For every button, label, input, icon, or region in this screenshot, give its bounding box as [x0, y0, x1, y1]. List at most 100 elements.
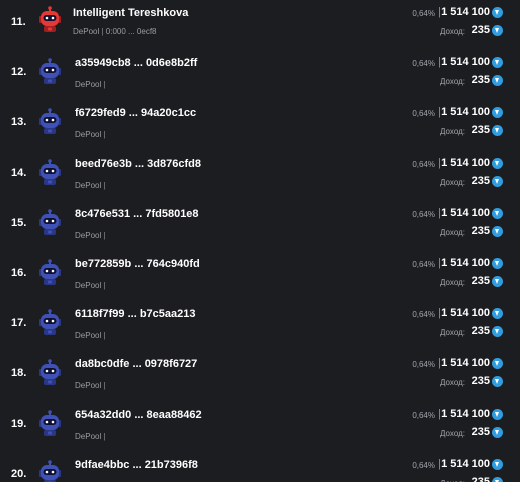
ton-coin-icon — [492, 176, 503, 187]
ton-coin-icon — [492, 226, 503, 237]
robot-blue-icon — [36, 209, 64, 237]
validator-row[interactable]: 15. 8c476e531 ... 7fd5801e8 DePool | 0,6… — [0, 201, 520, 251]
rank-number: 20. — [11, 468, 27, 480]
validator-subtitle: DePool | — [75, 281, 106, 290]
ton-coin-icon — [492, 75, 503, 86]
robot-blue-icon — [36, 159, 64, 187]
pool-type: DePool — [75, 80, 102, 89]
income-label: Доход: — [440, 278, 465, 287]
validator-name[interactable]: beed76e3b ... 3d876cfd8 — [75, 158, 201, 170]
ton-coin-icon — [492, 326, 503, 337]
income-amount: 235 — [471, 275, 490, 287]
stake-amount: 1 514 100 — [441, 207, 490, 219]
ton-coin-icon — [492, 107, 503, 118]
subtitle-separator: | — [103, 80, 106, 89]
ton-coin-icon — [492, 276, 503, 287]
validator-name[interactable]: be772859b ... 764c940fd — [75, 258, 200, 270]
validator-subtitle: DePool | — [75, 231, 106, 240]
income-label: Доход: — [440, 77, 465, 86]
ton-coin-icon — [492, 477, 503, 482]
validator-name[interactable]: f6729fed9 ... 94a20c1cc — [75, 107, 196, 119]
subtitle-separator: | — [103, 281, 106, 290]
stake-amount: 1 514 100 — [441, 408, 490, 420]
validator-subtitle: DePool | — [75, 331, 106, 340]
income-amount: 235 — [471, 74, 490, 86]
rank-number: 17. — [11, 317, 27, 329]
stake-share: 0,64% — [412, 260, 435, 269]
pool-type: DePool — [73, 27, 100, 36]
stake-amount: 1 514 100 — [441, 157, 490, 169]
income-amount: 235 — [471, 124, 490, 136]
stake-amount: 1 514 100 — [441, 6, 490, 18]
stake-share: 0,64% — [412, 109, 435, 118]
subtitle-separator: | — [103, 381, 106, 390]
validator-row[interactable]: 16. be772859b ... 764c940fd DePool | 0,6… — [0, 251, 520, 301]
stake-amount: 1 514 100 — [441, 458, 490, 470]
ton-coin-icon — [492, 358, 503, 369]
rank-number: 12. — [11, 66, 27, 78]
rank-number: 14. — [11, 167, 27, 179]
stake-amount: 1 514 100 — [441, 56, 490, 68]
ton-coin-icon — [492, 7, 503, 18]
validator-subtitle: DePool | — [75, 130, 106, 139]
validator-row[interactable]: 17. 6118f7f99 ... b7c5aa213 DePool | 0,6… — [0, 301, 520, 351]
robot-blue-icon — [36, 108, 64, 136]
stake-amount: 1 514 100 — [441, 106, 490, 118]
income-label: Доход: — [440, 127, 465, 136]
income-amount: 235 — [471, 375, 490, 387]
stake-share: 0,64% — [412, 360, 435, 369]
rank-number: 13. — [11, 116, 27, 128]
pool-address: 0:000 ... 0ecf8 — [105, 27, 157, 36]
validator-name[interactable]: 9dfae4bbc ... 21b7396f8 — [75, 459, 198, 471]
pool-type: DePool — [75, 432, 102, 441]
validator-subtitle: DePool | 0:000 ... 0ecf8 — [73, 27, 157, 36]
robot-blue-icon — [36, 259, 64, 287]
robot-blue-icon — [36, 58, 64, 86]
stake-share: 0,64% — [412, 210, 435, 219]
ton-coin-icon — [492, 57, 503, 68]
validator-row[interactable]: 18. da8bc0dfe ... 0978f6727 DePool | 0,6… — [0, 351, 520, 401]
pool-type: DePool — [75, 381, 102, 390]
rank-number: 18. — [11, 367, 27, 379]
rank-number: 11. — [11, 16, 26, 28]
ton-coin-icon — [492, 376, 503, 387]
validator-subtitle: DePool | — [75, 432, 106, 441]
stake-amount: 1 514 100 — [441, 257, 490, 269]
ton-coin-icon — [492, 308, 503, 319]
validator-name[interactable]: 654a32dd0 ... 8eaa88462 — [75, 409, 202, 421]
validator-name[interactable]: da8bc0dfe ... 0978f6727 — [75, 358, 197, 370]
rank-number: 19. — [11, 418, 27, 430]
income-amount: 235 — [471, 476, 490, 482]
validator-row[interactable]: 19. 654a32dd0 ... 8eaa88462 DePool | 0,6… — [0, 402, 520, 452]
income-amount: 235 — [471, 175, 490, 187]
validator-row[interactable]: 11. Intelligent Tereshkova DePool | 0:00… — [0, 0, 520, 50]
pool-type: DePool — [75, 281, 102, 290]
robot-blue-icon — [36, 359, 64, 387]
validator-name[interactable]: Intelligent Tereshkova — [73, 7, 188, 19]
subtitle-separator: | — [103, 181, 106, 190]
income-label: Доход: — [440, 228, 465, 237]
validator-subtitle: DePool | — [75, 381, 106, 390]
stake-amount: 1 514 100 — [441, 357, 490, 369]
stake-amount: 1 514 100 — [441, 307, 490, 319]
robot-blue-icon — [36, 309, 64, 337]
rank-number: 15. — [11, 217, 27, 229]
robot-blue-icon — [36, 460, 64, 482]
income-label: Доход: — [440, 178, 465, 187]
validator-row[interactable]: 20. 9dfae4bbc ... 21b7396f8 DePool | 0,6… — [0, 452, 520, 482]
subtitle-separator: | — [103, 432, 106, 441]
income-label: Доход: — [440, 429, 465, 438]
stake-share: 0,64% — [412, 160, 435, 169]
ton-coin-icon — [492, 459, 503, 470]
validator-name[interactable]: 8c476e531 ... 7fd5801e8 — [75, 208, 199, 220]
validator-row[interactable]: 14. beed76e3b ... 3d876cfd8 DePool | 0,6… — [0, 151, 520, 201]
validator-row[interactable]: 12. a35949cb8 ... 0d6e8b2ff DePool | 0,6… — [0, 50, 520, 100]
pool-type: DePool — [75, 130, 102, 139]
stake-share: 0,64% — [412, 411, 435, 420]
ton-coin-icon — [492, 258, 503, 269]
validator-name[interactable]: a35949cb8 ... 0d6e8b2ff — [75, 57, 197, 69]
pool-type: DePool — [75, 181, 102, 190]
income-label: Доход: — [440, 378, 465, 387]
validator-name[interactable]: 6118f7f99 ... b7c5aa213 — [75, 308, 195, 320]
validator-row[interactable]: 13. f6729fed9 ... 94a20c1cc DePool | 0,6… — [0, 100, 520, 150]
